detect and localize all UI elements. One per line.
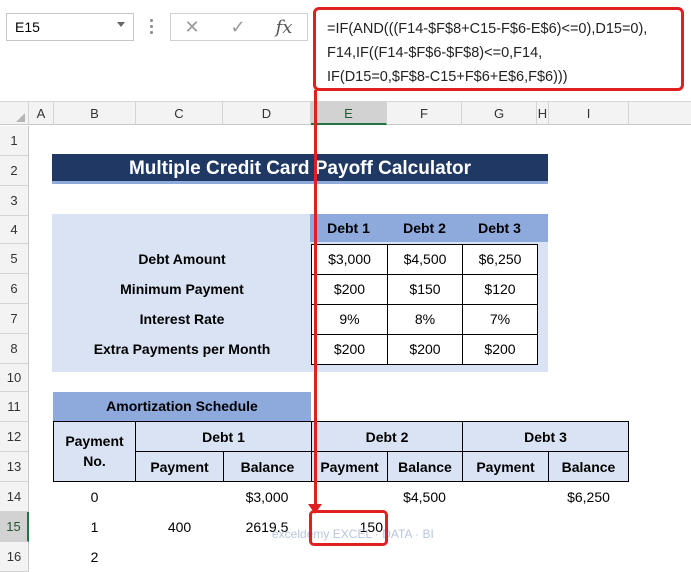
payment-no-cell[interactable]: 2 [53, 542, 136, 572]
column-header-d[interactable]: D [223, 102, 311, 125]
payment-no-header: Payment No. [53, 421, 136, 482]
cell-f7[interactable]: 8% [387, 304, 463, 335]
fx-icon[interactable]: fx [269, 17, 299, 39]
name-box-value: E15 [15, 19, 40, 35]
input-header-debt-3: Debt 3 [478, 220, 521, 236]
cell-c15[interactable]: 400 [136, 512, 223, 542]
select-all-button[interactable] [0, 102, 29, 125]
cell-f8[interactable]: $200 [387, 334, 463, 365]
cell-d14[interactable]: $3,000 [223, 482, 311, 512]
column-header-b[interactable]: B [54, 102, 136, 125]
row-header-12[interactable]: 12 [0, 422, 29, 452]
label-interest-rate: Interest Rate [139, 311, 225, 327]
name-box[interactable]: E15 [6, 13, 134, 41]
cell-g8[interactable]: $200 [462, 334, 538, 365]
cell-e7[interactable]: 9% [311, 304, 388, 335]
row-header-15[interactable]: 15 [0, 512, 29, 542]
enter-icon[interactable]: ✓ [223, 17, 253, 39]
amort-header-debt-1: Debt 1 [135, 421, 312, 452]
cell-e5[interactable]: $3,000 [311, 244, 388, 275]
cell-f6[interactable]: $150 [387, 274, 463, 305]
sub-header-payment-3: Payment [462, 451, 549, 482]
annotation-arrow-line [314, 90, 317, 510]
cell-g6[interactable]: $120 [462, 274, 538, 305]
cell-e8[interactable]: $200 [311, 334, 388, 365]
cell-g7[interactable]: 7% [462, 304, 538, 335]
row-header-10[interactable]: 10 [0, 364, 29, 392]
input-table-label-column-header [52, 214, 310, 242]
column-header-c[interactable]: C [136, 102, 223, 125]
formula-buttons: ✕ ✓ fx [170, 13, 308, 41]
column-header-h[interactable]: H [537, 102, 549, 125]
formula-bar: E15 ✕ ✓ fx =IF(AND(((F14-$F$8+C15-F$6-E$… [0, 0, 691, 100]
amortization-title: Amortization Schedule [53, 392, 311, 421]
row-header-7[interactable]: 7 [0, 304, 29, 334]
row-header-6[interactable]: 6 [0, 274, 29, 304]
sub-header-balance-1: Balance [223, 451, 312, 482]
column-header-f[interactable]: F [387, 102, 462, 125]
input-header-debt-1: Debt 1 [327, 220, 370, 236]
cancel-icon[interactable]: ✕ [177, 17, 207, 39]
cell-i14[interactable]: $6,250 [548, 482, 629, 512]
cell-f14[interactable]: $4,500 [387, 482, 462, 512]
amort-header-debt-3: Debt 3 [462, 421, 629, 452]
sub-header-balance-3: Balance [548, 451, 629, 482]
row-header-1[interactable]: 1 [0, 126, 29, 156]
row-header-3[interactable]: 3 [0, 186, 29, 216]
sheet-title: Multiple Credit Card Payoff Calculator [52, 154, 548, 184]
row-header-11[interactable]: 11 [0, 392, 29, 422]
row-header-5[interactable]: 5 [0, 244, 29, 274]
column-header-i[interactable]: I [549, 102, 629, 125]
row-header-2[interactable]: 2 [0, 156, 29, 186]
cell-e6[interactable]: $200 [311, 274, 388, 305]
formula-input[interactable]: =IF(AND(((F14-$F$8+C15-F$6-E$6)<=0),D15=… [313, 7, 684, 91]
amort-header-debt-2: Debt 2 [311, 421, 463, 452]
input-header-debt-2: Debt 2 [403, 220, 446, 236]
row-header-16[interactable]: 16 [0, 542, 29, 572]
label-minimum-payment: Minimum Payment [120, 281, 244, 297]
chevron-down-icon[interactable] [117, 22, 125, 27]
column-header-a[interactable]: A [29, 102, 54, 125]
column-headers: A B C D E F G H I [0, 101, 691, 125]
sub-header-balance-2: Balance [387, 451, 463, 482]
payment-no-cell[interactable]: 1 [53, 512, 136, 542]
column-header-g[interactable]: G [462, 102, 537, 125]
row-header-8[interactable]: 8 [0, 334, 29, 364]
row-header-4[interactable]: 4 [0, 216, 29, 244]
drag-handle-icon[interactable] [150, 19, 154, 35]
selected-cell-highlight [309, 510, 388, 546]
label-extra-payments: Extra Payments per Month [93, 341, 271, 357]
sub-header-payment-1: Payment [135, 451, 224, 482]
row-header-14[interactable]: 14 [0, 482, 29, 512]
payment-no-cell[interactable]: 0 [53, 482, 136, 512]
label-debt-amount: Debt Amount [138, 251, 226, 267]
row-header-13[interactable]: 13 [0, 452, 29, 482]
cell-f5[interactable]: $4,500 [387, 244, 463, 275]
sub-header-payment-2: Payment [311, 451, 388, 482]
column-header-e[interactable]: E [311, 102, 387, 125]
cell-g5[interactable]: $6,250 [462, 244, 538, 275]
